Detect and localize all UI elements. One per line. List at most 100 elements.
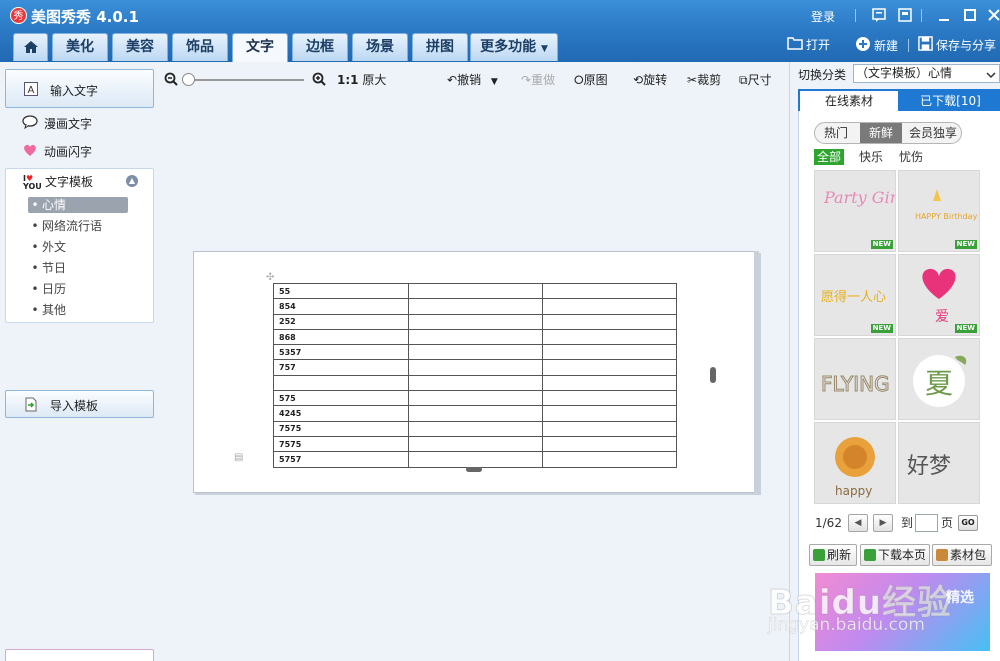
template-item-foreign[interactable]: • 外文 bbox=[28, 239, 128, 255]
input-text-button[interactable]: A 输入文字 bbox=[5, 69, 154, 108]
table-cell[interactable] bbox=[542, 359, 677, 376]
table-cell[interactable] bbox=[542, 420, 677, 437]
template-item-other[interactable]: • 其他 bbox=[28, 302, 128, 318]
feedback-icon[interactable] bbox=[871, 7, 887, 23]
table-cell[interactable]: 854 bbox=[273, 298, 409, 315]
tab-collage[interactable]: 拼图 bbox=[412, 33, 468, 61]
table-cell[interactable] bbox=[542, 344, 677, 361]
table-cell[interactable] bbox=[408, 313, 543, 330]
table-cell[interactable] bbox=[408, 374, 543, 392]
table-cell[interactable]: 7575 bbox=[273, 420, 409, 437]
zoom-in-icon[interactable] bbox=[312, 72, 326, 88]
new-button[interactable]: 新建 bbox=[855, 36, 898, 54]
login-link[interactable]: 登录 bbox=[811, 8, 835, 25]
resize-handle-right[interactable] bbox=[710, 367, 716, 383]
pill-vip[interactable]: 会员独享 bbox=[904, 123, 961, 143]
tab-more[interactable]: 更多功能 ▼ bbox=[470, 33, 558, 61]
material-thumb-heart-love[interactable]: 爱 NEW bbox=[898, 254, 980, 336]
table-cell[interactable] bbox=[408, 390, 543, 407]
table-cell[interactable]: 868 bbox=[273, 328, 409, 346]
tab-frame[interactable]: 边框 bbox=[292, 33, 348, 61]
table-cell[interactable] bbox=[542, 282, 677, 300]
minimize-icon[interactable] bbox=[936, 7, 952, 23]
template-item-slang[interactable]: • 网络流行语 bbox=[28, 218, 128, 234]
table-cell[interactable] bbox=[542, 390, 677, 407]
import-template-button[interactable]: 导入模板 bbox=[5, 390, 154, 418]
material-thumb-good-dream[interactable]: 好梦 bbox=[898, 422, 980, 504]
zoom-slider-knob[interactable] bbox=[182, 73, 195, 86]
undo-button[interactable]: ↶撤销 ▼ bbox=[447, 72, 498, 88]
refresh-button[interactable]: 刷新 bbox=[809, 544, 857, 566]
promo-banner[interactable] bbox=[815, 573, 990, 651]
table-cell[interactable] bbox=[408, 298, 543, 315]
redo-button[interactable]: ↷重做 bbox=[521, 72, 555, 88]
comic-text-item[interactable]: 漫画文字 bbox=[22, 115, 92, 133]
download-page-button[interactable]: 下载本页 bbox=[860, 544, 930, 566]
zoom-slider[interactable] bbox=[187, 79, 304, 81]
table-cell[interactable] bbox=[542, 451, 677, 468]
material-thumb-flying[interactable]: FLYING bbox=[814, 338, 896, 420]
material-thumb-happy-flower[interactable]: happy bbox=[814, 422, 896, 504]
undo-dropdown-icon[interactable]: ▼ bbox=[491, 77, 498, 87]
crop-button[interactable]: ✂裁剪 bbox=[687, 72, 721, 88]
go-button[interactable]: GO bbox=[958, 515, 978, 531]
tab-downloaded[interactable]: 已下载[10] bbox=[902, 91, 999, 111]
material-thumb-happy-birthday[interactable]: HAPPY Birthday NEW bbox=[898, 170, 980, 252]
prev-page-icon[interactable]: ◀ bbox=[848, 514, 868, 532]
rotate-button[interactable]: ⟲旋转 bbox=[633, 72, 667, 88]
table-cell[interactable] bbox=[408, 282, 543, 300]
material-pack-button[interactable]: 素材包 bbox=[932, 544, 992, 566]
table-cell[interactable]: 55 bbox=[273, 282, 409, 300]
tab-scene[interactable]: 场景 bbox=[352, 33, 408, 61]
page-number-input[interactable] bbox=[915, 514, 938, 532]
animated-text-item[interactable]: 动画闪字 bbox=[22, 143, 92, 161]
table-cell[interactable] bbox=[408, 405, 543, 422]
table-cell[interactable] bbox=[408, 435, 543, 453]
table-cell[interactable] bbox=[542, 435, 677, 453]
table-cell[interactable] bbox=[542, 328, 677, 346]
tab-text[interactable]: 文字 bbox=[232, 33, 288, 62]
maximize-icon[interactable] bbox=[962, 7, 978, 23]
table-cell[interactable]: 5757 bbox=[273, 451, 409, 468]
image-canvas[interactable]: ✣ ▤ 55 854 252 868 5357 757 575 4245 7575 7575 575… bbox=[193, 251, 759, 493]
skin-icon[interactable] bbox=[897, 7, 913, 23]
table-cell[interactable] bbox=[273, 374, 409, 392]
template-item-mood[interactable]: • 心情 bbox=[28, 197, 128, 213]
resize-handle-bottom[interactable] bbox=[466, 467, 482, 472]
material-thumb-wish-person[interactable]: 愿得一人心 NEW bbox=[814, 254, 896, 336]
open-button[interactable]: 打开 bbox=[787, 36, 830, 54]
collapse-icon[interactable]: ▲ bbox=[126, 175, 138, 187]
table-cell[interactable] bbox=[408, 328, 543, 346]
table-cell[interactable] bbox=[542, 313, 677, 330]
table-cell[interactable] bbox=[542, 374, 677, 392]
template-item-festival[interactable]: • 节日 bbox=[28, 260, 128, 276]
original-image-button[interactable]: ⭘原图 bbox=[574, 72, 608, 88]
table-cell[interactable] bbox=[408, 420, 543, 437]
table-cell[interactable]: 252 bbox=[273, 313, 409, 330]
filter-all[interactable]: 全部 bbox=[814, 149, 845, 165]
table-cell[interactable]: 4245 bbox=[273, 405, 409, 422]
tab-decor[interactable]: 饰品 bbox=[172, 33, 228, 61]
filter-happy[interactable]: 快乐 bbox=[856, 149, 886, 165]
zoom-out-icon[interactable] bbox=[164, 72, 178, 88]
category-select[interactable]: （文字模板）心情 bbox=[853, 64, 1000, 83]
tab-beautify[interactable]: 美化 bbox=[52, 33, 108, 61]
table-cell[interactable]: 757 bbox=[273, 359, 409, 376]
template-item-calendar[interactable]: • 日历 bbox=[28, 281, 128, 297]
tab-face[interactable]: 美容 bbox=[112, 33, 168, 61]
table-cell[interactable]: 575 bbox=[273, 390, 409, 407]
table-cell[interactable] bbox=[542, 298, 677, 315]
material-thumb-summer[interactable]: 夏 bbox=[898, 338, 980, 420]
text-template-header[interactable]: I♥ YOU 文字模板 bbox=[23, 173, 93, 191]
table-cell[interactable] bbox=[408, 359, 543, 376]
material-thumb-party-girl[interactable]: Party Girl NEW bbox=[814, 170, 896, 252]
original-size-button[interactable]: 1:1 原大 bbox=[337, 72, 386, 88]
pill-hot[interactable]: 热门 bbox=[815, 123, 857, 143]
close-icon[interactable] bbox=[986, 7, 1000, 23]
save-share-button[interactable]: 保存与分享 bbox=[918, 36, 1000, 54]
table-cell[interactable] bbox=[542, 405, 677, 422]
home-tab[interactable] bbox=[13, 33, 48, 61]
pill-fresh[interactable]: 新鲜 bbox=[860, 123, 902, 143]
table-cell[interactable] bbox=[408, 344, 543, 361]
table-cell[interactable] bbox=[408, 451, 543, 468]
